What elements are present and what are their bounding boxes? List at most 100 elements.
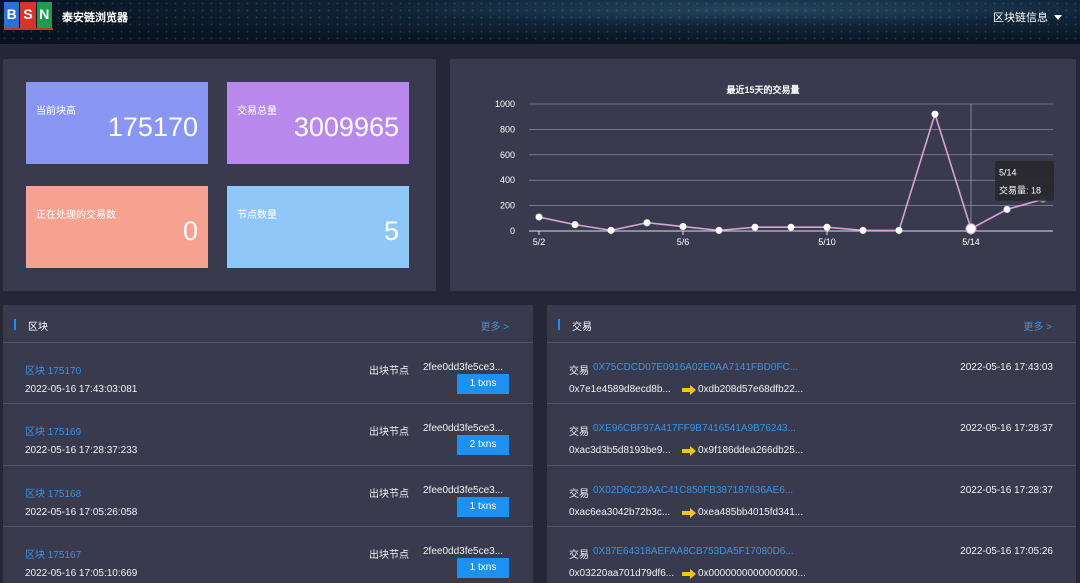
y-tick-label: 1000 xyxy=(495,99,515,109)
transactions-more-link[interactable]: 更多 > xyxy=(1023,318,1052,333)
transaction-chart-panel: 最近15天的交易量 0 200 400 600 800 1000 5/2 5/6 5/10 5/1… xyxy=(450,59,1076,291)
arrow-right-icon xyxy=(682,508,696,518)
transaction-hash-link[interactable]: 0X87E64318AEFAA8CB753DA5F17080D6... xyxy=(593,546,794,557)
transaction-hash-link[interactable]: 0X75CDCD07E0916A02E0AA7141FBD0FC... xyxy=(593,362,798,373)
stat-label: 节点数量 xyxy=(237,210,277,221)
transaction-to-address: 0x0000000000000000... xyxy=(698,568,806,579)
transaction-row: 交易 0X75CDCD07E0916A02E0AA7141FBD0FC... 2… xyxy=(547,342,1076,404)
transaction-row: 交易 0X87E64318AEFAA8CB753DA5F17080D6... 2… xyxy=(547,526,1076,583)
data-point xyxy=(931,110,939,118)
data-point xyxy=(679,223,687,231)
data-point xyxy=(787,223,795,231)
block-txns-button[interactable]: 1 txns xyxy=(457,374,509,394)
arrow-right-icon xyxy=(682,569,696,579)
chart-title: 最近15天的交易量 xyxy=(726,84,799,95)
producer-node-hash: 2fee0dd3fe5ce3... xyxy=(423,546,504,557)
block-txns-button[interactable]: 1 txns xyxy=(457,497,509,517)
series-line xyxy=(538,111,1044,232)
stat-card-total-transactions: 交易总量 3009965 xyxy=(227,82,409,164)
transaction-time: 2022-05-16 17:28:37 xyxy=(960,485,1053,496)
data-point xyxy=(965,223,977,235)
chain-info-menu-label: 区块链信息 xyxy=(993,12,1048,24)
tooltip-value: 交易量: 18 xyxy=(999,185,1041,196)
x-tick-label: 5/10 xyxy=(818,237,836,247)
transaction-from-address: 0xac6ea3042b72b3c... xyxy=(569,507,671,518)
bsn-logo[interactable]: B S N xyxy=(4,2,53,30)
producer-node-label: 出块节点 xyxy=(369,366,409,377)
block-row: 区块 175170 2022-05-16 17:43:03:081 出块节点 2… xyxy=(3,342,533,404)
chart-tooltip: 5/14 交易量: 18 xyxy=(995,160,1054,201)
block-time: 2022-05-16 17:43:03:081 xyxy=(25,384,138,395)
block-link[interactable]: 区块 175168 xyxy=(25,485,81,500)
block-txns-button[interactable]: 1 txns xyxy=(457,558,509,578)
transaction-label: 交易 xyxy=(569,550,589,561)
transaction-from-address: 0x03220aa701d79df6... xyxy=(569,568,675,579)
transaction-from-address: 0xac3d3b5d8193be9... xyxy=(569,445,671,456)
x-tick-label: 5/6 xyxy=(677,237,690,247)
producer-node-hash: 2fee0dd3fe5ce3... xyxy=(423,485,504,496)
block-link[interactable]: 区块 175170 xyxy=(25,362,81,377)
block-link[interactable]: 区块 175167 xyxy=(25,546,81,561)
data-point xyxy=(859,226,867,234)
transaction-volume-chart[interactable]: 最近15天的交易量 0 200 400 600 800 1000 5/2 5/6 5/10 5/1… xyxy=(450,59,1076,291)
stat-value: 3009965 xyxy=(293,112,399,142)
header-background-pattern xyxy=(0,0,1080,44)
data-point xyxy=(643,219,651,227)
transaction-hash-link[interactable]: 0X02D6C28AAC41C850FB387187636AE6... xyxy=(593,485,793,496)
blocks-panel-title: 区块 xyxy=(28,322,48,333)
stats-panel: 当前块高 175170 交易总量 3009965 正在处理的交易数 0 节点数量… xyxy=(3,59,436,291)
data-point xyxy=(535,213,543,221)
producer-node-label: 出块节点 xyxy=(369,489,409,500)
y-tick-label: 200 xyxy=(500,201,515,211)
transaction-label: 交易 xyxy=(569,366,589,377)
section-accent-bar xyxy=(558,319,560,330)
block-time: 2022-05-16 17:05:26:058 xyxy=(25,507,138,518)
tooltip-date: 5/14 xyxy=(999,168,1017,178)
transaction-to-address: 0xea485bb4015fd341... xyxy=(698,507,804,518)
data-point xyxy=(715,226,723,234)
block-row: 区块 175167 2022-05-16 17:05:10:669 出块节点 2… xyxy=(3,526,533,583)
transaction-row: 交易 0XE96CBF97A417FF9B7416541A9B76243... … xyxy=(547,403,1076,465)
blocks-panel: 区块 更多 > 区块 175170 2022-05-16 17:43:03:08… xyxy=(3,305,533,583)
top-navigation-bar: B S N 泰安链浏览器 区块链信息 xyxy=(0,0,1080,44)
transaction-time: 2022-05-16 17:43:03 xyxy=(960,362,1053,373)
transactions-panel: 交易 更多 > 交易 0X75CDCD07E0916A02E0AA7141FBD… xyxy=(547,305,1076,583)
stat-value: 175170 xyxy=(107,112,198,142)
stat-card-pending-transactions: 正在处理的交易数 0 xyxy=(26,186,208,268)
transaction-from-address: 0x7e1e4589d8ecd8b... xyxy=(569,384,671,395)
stat-label: 正在处理的交易数 xyxy=(36,210,116,221)
block-link[interactable]: 区块 175169 xyxy=(25,423,81,438)
transaction-time: 2022-05-16 17:05:26 xyxy=(960,546,1053,557)
block-row: 区块 175169 2022-05-16 17:28:37:233 出块节点 2… xyxy=(3,403,533,465)
data-point xyxy=(1003,205,1011,213)
stat-card-block-height: 当前块高 175170 xyxy=(26,82,208,164)
data-point xyxy=(823,223,831,231)
block-time: 2022-05-16 17:28:37:233 xyxy=(25,445,138,456)
x-tick-label: 5/2 xyxy=(533,237,546,247)
chart-axes: 0 200 400 600 800 1000 5/2 5/6 5/10 5/14 xyxy=(495,99,980,247)
data-point xyxy=(751,223,759,231)
block-txns-button[interactable]: 2 txns xyxy=(457,435,509,455)
chart-grid xyxy=(529,103,1053,232)
app-title: 泰安链浏览器 xyxy=(62,12,128,24)
y-tick-label: 800 xyxy=(500,124,515,134)
transaction-row: 交易 0X02D6C28AAC41C850FB387187636AE6... 2… xyxy=(547,465,1076,527)
producer-node-hash: 2fee0dd3fe5ce3... xyxy=(423,423,504,434)
transaction-label: 交易 xyxy=(569,489,589,500)
transaction-label: 交易 xyxy=(569,427,589,438)
caret-down-icon xyxy=(1054,14,1062,20)
stat-label: 当前块高 xyxy=(36,106,76,117)
transaction-to-address: 0xdb208d57e68dfb22... xyxy=(698,384,804,395)
chain-info-menu[interactable]: 区块链信息 xyxy=(993,9,1062,25)
data-point xyxy=(571,221,579,229)
stat-value: 0 xyxy=(182,216,198,246)
blocks-more-link[interactable]: 更多 > xyxy=(480,318,509,333)
stat-label: 交易总量 xyxy=(237,106,277,117)
transactions-panel-header: 交易 更多 > xyxy=(547,305,1076,341)
blocks-panel-header: 区块 更多 > xyxy=(3,305,533,341)
transaction-hash-link[interactable]: 0XE96CBF97A417FF9B7416541A9B76243... xyxy=(593,423,796,434)
producer-node-hash: 2fee0dd3fe5ce3... xyxy=(423,362,504,373)
y-tick-label: 400 xyxy=(500,175,515,185)
logo-letter-s: S xyxy=(20,2,36,28)
arrow-right-icon xyxy=(682,385,696,395)
